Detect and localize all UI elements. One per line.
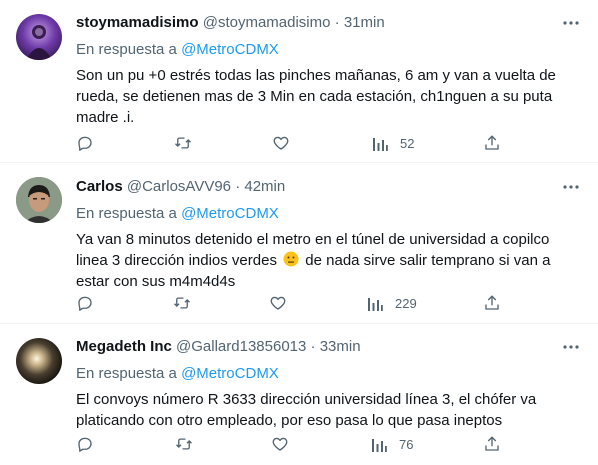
- reply-button[interactable]: [76, 293, 94, 313]
- display-name[interactable]: Megadeth Inc: [76, 338, 172, 355]
- retweet-icon: [176, 438, 192, 450]
- views-chart-icon: [373, 138, 388, 151]
- tweet-actions: 52: [0, 133, 598, 153]
- more-horizontal-icon[interactable]: [560, 336, 582, 358]
- avatar[interactable]: [16, 338, 62, 384]
- separator-dot: ·: [310, 338, 316, 355]
- views-chart-icon: [368, 298, 383, 311]
- share-icon: [485, 295, 499, 310]
- avatar[interactable]: [16, 14, 62, 60]
- timeline-feed: stoymamadisimo @stoymamadisimo · 31min E…: [0, 0, 598, 465]
- reply-mention-link[interactable]: @MetroCDMX: [181, 205, 279, 222]
- reply-button[interactable]: [76, 434, 94, 454]
- tweet-content: Carlos @CarlosAVV96 · 42min En respuesta…: [76, 176, 582, 292]
- reply-mention-link[interactable]: @MetroCDMX: [181, 365, 279, 382]
- retweet-icon: [174, 297, 190, 309]
- tweet-content: Megadeth Inc @Gallard13856013 · 33min En…: [76, 336, 582, 431]
- like-button[interactable]: [269, 293, 287, 313]
- reply-prefix: En respuesta a: [76, 205, 177, 222]
- tweet-header: Carlos @CarlosAVV96 · 42min: [76, 176, 582, 198]
- retweet-button[interactable]: [174, 434, 194, 454]
- user-handle[interactable]: @CarlosAVV96: [127, 178, 231, 195]
- separator-dot: ·: [235, 178, 241, 195]
- tweet[interactable]: Carlos @CarlosAVV96 · 42min En respuesta…: [0, 163, 598, 324]
- tweet-actions: 76: [0, 434, 598, 454]
- user-handle[interactable]: @Gallard13856013: [176, 338, 306, 355]
- share-button[interactable]: [483, 293, 501, 313]
- share-icon: [485, 436, 499, 451]
- reply-context: En respuesta a @MetroCDMX: [76, 204, 582, 223]
- reply-icon: [78, 296, 92, 311]
- retweet-icon: [175, 137, 191, 149]
- neutral-face-emoji: [283, 251, 299, 267]
- reply-prefix: En respuesta a: [76, 365, 177, 382]
- display-name[interactable]: stoymamadisimo: [76, 14, 199, 31]
- tweet-content: stoymamadisimo @stoymamadisimo · 31min E…: [76, 12, 582, 128]
- more-horizontal-icon[interactable]: [560, 176, 582, 198]
- avatar-image: [26, 25, 52, 60]
- share-button[interactable]: [483, 434, 501, 454]
- reply-button[interactable]: [76, 133, 94, 153]
- tweet[interactable]: stoymamadisimo @stoymamadisimo · 31min E…: [0, 0, 598, 163]
- views-chart-icon: [372, 439, 387, 452]
- tweet-text: Son un pu +0 estrés todas las pinches ma…: [76, 67, 556, 126]
- tweet-header: stoymamadisimo @stoymamadisimo · 31min: [76, 12, 582, 34]
- views-button[interactable]: 52: [372, 133, 414, 153]
- heart-icon: [272, 437, 288, 451]
- reply-context: En respuesta a @MetroCDMX: [76, 40, 582, 59]
- retweet-button[interactable]: [172, 293, 192, 313]
- views-count: 52: [400, 135, 415, 151]
- tweet-actions: 229: [0, 293, 598, 313]
- tweet[interactable]: Megadeth Inc @Gallard13856013 · 33min En…: [0, 324, 598, 465]
- views-button[interactable]: 229: [367, 293, 417, 313]
- reply-icon: [78, 437, 92, 452]
- timestamp[interactable]: 33min: [320, 338, 361, 355]
- reply-context: En respuesta a @MetroCDMX: [76, 364, 582, 383]
- share-icon: [485, 135, 499, 150]
- reply-mention-link[interactable]: @MetroCDMX: [181, 41, 279, 58]
- like-button[interactable]: [271, 434, 289, 454]
- avatar[interactable]: [16, 177, 62, 223]
- user-handle[interactable]: @stoymamadisimo: [203, 14, 331, 31]
- separator-dot: ·: [334, 14, 340, 31]
- display-name[interactable]: Carlos: [76, 178, 123, 195]
- more-horizontal-icon[interactable]: [560, 12, 582, 34]
- tweet-header: Megadeth Inc @Gallard13856013 · 33min: [76, 336, 582, 358]
- heart-icon: [273, 136, 289, 150]
- retweet-button[interactable]: [173, 133, 193, 153]
- tweet-text: Ya van 8 minutos detenido el metro en el…: [76, 229, 582, 292]
- tweet-text: El convoys número R 3633 dirección unive…: [76, 391, 537, 429]
- timestamp[interactable]: 42min: [244, 178, 285, 195]
- heart-icon: [270, 296, 286, 310]
- like-button[interactable]: [272, 133, 290, 153]
- reply-icon: [78, 136, 92, 151]
- views-count: 229: [395, 295, 417, 311]
- share-button[interactable]: [483, 133, 501, 153]
- views-count: 76: [399, 436, 414, 452]
- reply-prefix: En respuesta a: [76, 41, 177, 58]
- timestamp[interactable]: 31min: [344, 14, 385, 31]
- avatar-image: [16, 177, 62, 223]
- views-button[interactable]: 76: [371, 434, 413, 454]
